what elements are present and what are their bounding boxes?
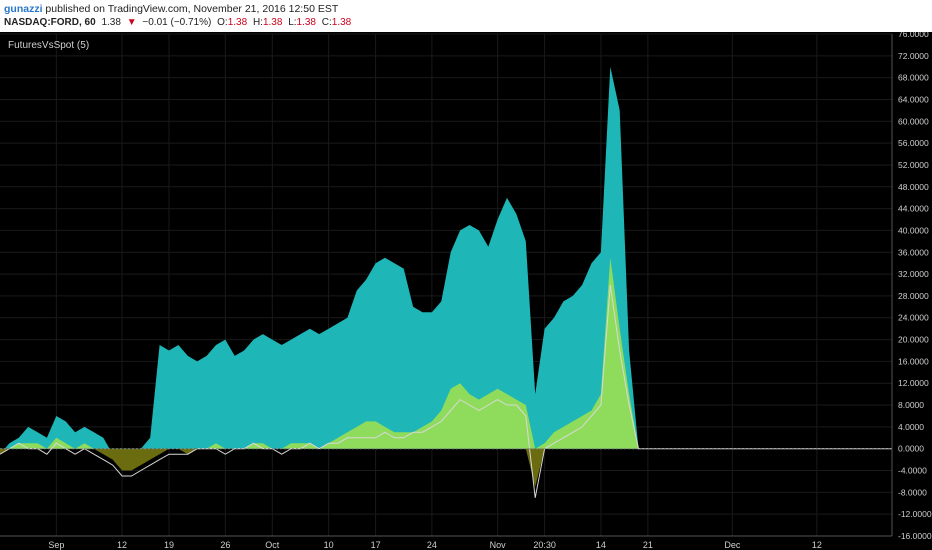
x-tick-label: Dec <box>724 540 741 550</box>
x-tick-label: 12 <box>117 540 127 550</box>
y-tick-label: 28.0000 <box>898 291 929 301</box>
author-link[interactable]: gunazzi <box>4 3 43 15</box>
y-tick-label: 12.0000 <box>898 378 929 388</box>
y-tick-label: 48.0000 <box>898 182 929 192</box>
indicator-label: FuturesVsSpot (5) <box>8 40 90 51</box>
y-tick-label: 56.0000 <box>898 138 929 148</box>
y-tick-label: 68.0000 <box>898 73 929 83</box>
x-tick-label: 20:30 <box>533 540 556 550</box>
y-tick-label: -12.0000 <box>898 509 932 519</box>
x-tick-label: Oct <box>265 540 280 550</box>
x-tick-label: 26 <box>220 540 230 550</box>
chart-header: gunazzi published on TradingView.com, No… <box>0 0 932 32</box>
y-tick-label: -16.0000 <box>898 531 932 541</box>
x-tick-label: 14 <box>596 540 606 550</box>
y-tick-label: 76.0000 <box>898 32 929 39</box>
x-tick-label: Nov <box>490 540 507 550</box>
y-tick-label: 64.0000 <box>898 94 929 104</box>
y-tick-label: 4.0000 <box>898 422 924 432</box>
x-tick-label: Sep <box>48 540 64 550</box>
y-tick-label: 52.0000 <box>898 160 929 170</box>
y-tick-label: -4.0000 <box>898 466 927 476</box>
x-tick-label: 24 <box>427 540 437 550</box>
y-tick-label: 8.0000 <box>898 400 924 410</box>
x-tick-label: 21 <box>643 540 653 550</box>
y-tick-label: 36.0000 <box>898 247 929 257</box>
low-value: 1.38 <box>296 17 316 28</box>
y-tick-label: 20.0000 <box>898 335 929 345</box>
open-value: 1.38 <box>227 17 248 28</box>
x-tick-label: 19 <box>164 540 174 550</box>
high-value: 1.38 <box>262 17 283 28</box>
published-text: published on TradingView.com, November 2… <box>45 3 339 15</box>
y-tick-label: 0.0000 <box>898 444 924 454</box>
price-change: −0.01 (−0.71%) <box>142 17 212 28</box>
x-tick-label: 12 <box>812 540 822 550</box>
y-tick-label: 60.0000 <box>898 116 929 126</box>
close-value: 1.38 <box>331 17 352 28</box>
y-tick-label: 16.0000 <box>898 356 929 366</box>
y-tick-label: 44.0000 <box>898 204 929 214</box>
publish-line: gunazzi published on TradingView.com, No… <box>4 3 338 15</box>
y-tick-label: 40.0000 <box>898 225 929 235</box>
y-tick-label: 72.0000 <box>898 51 929 61</box>
y-tick-label: 32.0000 <box>898 269 929 279</box>
x-tick-label: 10 <box>324 540 334 550</box>
futures-vs-spot-chart[interactable]: 76.0000 72.0000 68.0000 64.0000 60.0000 56.00… <box>0 32 932 550</box>
close-label: C: <box>321 17 332 28</box>
high-label: H: <box>252 17 263 28</box>
low-label: L: <box>288 17 297 28</box>
last-price: 1.38 <box>101 17 121 28</box>
change-arrow-icon: ▼ <box>126 17 137 28</box>
x-tick-label: 17 <box>371 540 381 550</box>
y-tick-label: 24.0000 <box>898 313 929 323</box>
y-tick-label: -8.0000 <box>898 487 927 497</box>
symbol-label[interactable]: NASDAQ:FORD, 60 <box>4 17 96 28</box>
symbol-line: NASDAQ:FORD, 60 1.38 ▼ −0.01 (−0.71%) O:… <box>4 17 354 28</box>
open-label: O: <box>217 17 228 28</box>
